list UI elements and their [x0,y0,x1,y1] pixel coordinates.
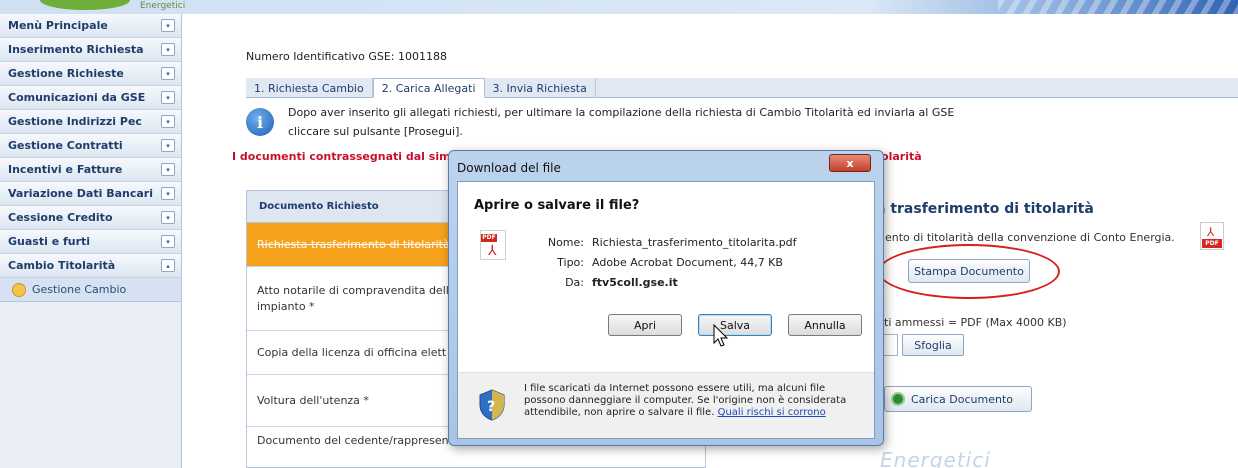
name-label: Nome: [547,236,584,249]
apri-button[interactable]: Apri [608,314,682,336]
close-button[interactable]: x [829,154,871,172]
stampa-documento-button[interactable]: Stampa Documento [908,259,1030,283]
tab-bar: 1. Richiesta Cambio 2. Carica Allegati 3… [246,78,1238,98]
tab-invia-richiesta[interactable]: 3. Invia Richiesta [485,78,596,98]
section-description: ento di titolarità della convenzione di … [885,231,1175,244]
info-text: cliccare sul pulsante [Prosegui]. [288,125,463,138]
sidebar-item-label: Cambio Titolarità [8,259,116,272]
sidebar-item-label: Gestione Richieste [8,67,124,80]
sidebar-item-dati-bancari[interactable]: Variazione Dati Bancari ▾ [0,182,181,206]
pdf-file-icon: PDF ⅄ [480,230,506,260]
watermark: Energetici [880,448,991,468]
gse-logo [40,0,130,10]
info-text: Dopo aver inserito gli allegati richiest… [288,106,955,119]
sidebar-item-label: Gestione Indirizzi Pec [8,115,142,128]
dialog-footer: ? I file scaricati da Internet possono e… [458,372,874,438]
tab-carica-allegati[interactable]: 2. Carica Allegati [372,78,485,98]
annulla-button[interactable]: Annulla [788,314,862,336]
sidebar-item-cambio-titolarita[interactable]: Cambio Titolarità ▴ [0,254,181,278]
sidebar-item-label: Gestione Contratti [8,139,123,152]
sidebar-item-label: Menù Principale [8,19,108,32]
warning-text: I documenti contrassegnati dal simbo [232,150,466,163]
sidebar-subitem-gestione-cambio[interactable]: Gestione Cambio [0,278,181,302]
top-banner: Energetici [0,0,1238,14]
type-label: Tipo: [557,256,584,269]
sidebar-item-incentivi-fatture[interactable]: Incentivi e Fatture ▾ [0,158,181,182]
shield-icon: ? [479,389,505,421]
upload-icon [891,392,905,406]
pdf-icon[interactable]: ⅄ PDF [1200,222,1224,250]
chevron-down-icon[interactable]: ▾ [161,67,175,80]
section-title: a trasferimento di titolarità [876,201,1094,217]
dialog-body: Aprire o salvare il file? PDF ⅄ Nome: Ric… [457,181,875,439]
from-label: Da: [565,276,584,289]
chevron-down-icon[interactable]: ▾ [161,43,175,56]
chevron-down-icon[interactable]: ▾ [161,139,175,152]
sidebar-item-label: Inserimento Richiesta [8,43,144,56]
file-source-value: ftv5coll.gse.it [592,276,678,289]
sidebar-item-guasti-furti[interactable]: Guasti e furti ▾ [0,230,181,254]
salva-button[interactable]: Salva [698,314,772,336]
logo-text: Energetici [140,1,186,11]
sidebar-item-label: Guasti e furti [8,235,91,248]
svg-text:?: ? [487,399,495,415]
sidebar-item-indirizzi-pec[interactable]: Gestione Indirizzi Pec ▾ [0,110,181,134]
sidebar-item-label: Variazione Dati Bancari [8,187,153,200]
mouse-cursor-icon [713,324,729,347]
chevron-down-icon[interactable]: ▾ [161,235,175,248]
banner-decoration [998,0,1238,14]
file-name-value: Richiesta_trasferimento_titolarita.pdf [592,236,797,249]
chevron-down-icon[interactable]: ▾ [161,211,175,224]
chevron-down-icon[interactable]: ▾ [161,187,175,200]
magnifier-icon [12,282,26,297]
sidebar-item-gestione-richieste[interactable]: Gestione Richieste ▾ [0,62,181,86]
tab-richiesta-cambio[interactable]: 1. Richiesta Cambio [246,78,373,98]
chevron-up-icon[interactable]: ▴ [161,259,175,272]
chevron-down-icon[interactable]: ▾ [161,19,175,32]
chevron-down-icon[interactable]: ▾ [161,163,175,176]
sidebar-item-comunicazioni[interactable]: Comunicazioni da GSE ▾ [0,86,181,110]
file-type-value: Adobe Acrobat Document, 44,7 KB [592,256,783,269]
sidebar: Menù Principale ▾ Inserimento Richiesta ▾ … [0,14,182,468]
sidebar-item-label: Cessione Credito [8,211,113,224]
sidebar-subitem-label: Gestione Cambio [32,283,127,296]
carica-documento-label: Carica Documento [911,392,1014,406]
download-dialog: Download del file x Aprire o salvare il … [448,150,884,446]
sidebar-item-cessione-credito[interactable]: Cessione Credito ▾ [0,206,181,230]
chevron-down-icon[interactable]: ▾ [161,115,175,128]
security-warning-text: I file scaricati da Internet possono ess… [524,383,864,419]
dialog-question: Aprire o salvare il file? [474,198,640,213]
sfoglia-button[interactable]: Sfoglia [902,334,964,356]
carica-documento-button[interactable]: Carica Documento [884,386,1032,412]
sidebar-item-label: Incentivi e Fatture [8,163,123,176]
gse-identifier: Numero Identificativo GSE: 1001188 [246,50,447,63]
sidebar-item-label: Comunicazioni da GSE [8,91,146,104]
chevron-down-icon[interactable]: ▾ [161,91,175,104]
risks-link[interactable]: Quali rischi si corrono [718,407,826,418]
sidebar-item-menu-principale[interactable]: Menù Principale ▾ [0,14,181,38]
allowed-formats-text: ti ammessi = PDF (Max 4000 KB) [884,316,1067,329]
dialog-title: Download del file [457,161,561,175]
sidebar-item-gestione-contratti[interactable]: Gestione Contratti ▾ [0,134,181,158]
sidebar-item-inserimento-richiesta[interactable]: Inserimento Richiesta ▾ [0,38,181,62]
info-icon: i [246,108,274,136]
